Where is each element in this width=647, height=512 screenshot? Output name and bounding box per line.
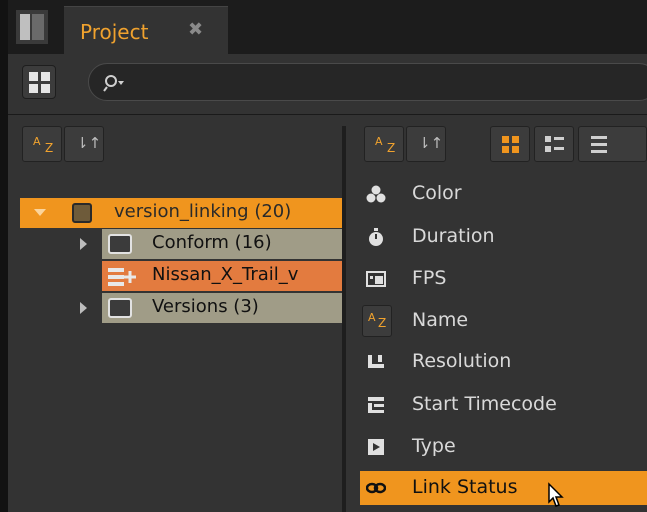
app-window: Project ✖ AZ ⇂↑ version_linking (20) Con… bbox=[0, 0, 647, 512]
search-toolbar bbox=[8, 54, 647, 126]
grid-icon[interactable] bbox=[22, 65, 56, 99]
tree-item-label: Versions (3) bbox=[152, 296, 259, 317]
folder-icon bbox=[108, 234, 132, 254]
sort-order-button[interactable]: ⇂↑ bbox=[64, 126, 104, 162]
clip-icon bbox=[108, 268, 136, 286]
menu-item-type[interactable]: Type bbox=[360, 429, 647, 465]
menu-item-color[interactable]: Color bbox=[360, 176, 647, 212]
tree-root-version-linking[interactable]: version_linking (20) bbox=[20, 198, 342, 228]
expand-down-icon[interactable] bbox=[34, 209, 46, 216]
menu-item-resolution[interactable]: Resolution bbox=[360, 344, 647, 380]
tree-item-nissan-clip[interactable]: Nissan_X_Trail_v bbox=[102, 261, 342, 291]
tree-root-label: version_linking (20) bbox=[114, 201, 292, 222]
tree-item-conform[interactable]: Conform (16) bbox=[102, 229, 342, 259]
left-edge-strip bbox=[0, 0, 8, 512]
tree-item-versions[interactable]: Versions (3) bbox=[102, 293, 342, 323]
folder-icon bbox=[108, 298, 132, 318]
list-view-icon[interactable] bbox=[578, 126, 647, 162]
sort-order-icon: ⇂↑ bbox=[76, 134, 102, 152]
search-icon[interactable] bbox=[103, 73, 125, 93]
pane-grip-icon[interactable] bbox=[16, 10, 48, 44]
tree-item-label: Nissan_X_Trail_v bbox=[152, 264, 299, 285]
menu-item-start-timecode[interactable]: Start Timecode bbox=[360, 387, 647, 423]
stopwatch-icon bbox=[369, 228, 383, 246]
toolbar-divider bbox=[8, 114, 647, 115]
sort-order-button[interactable]: ⇂↑ bbox=[406, 126, 446, 162]
mouse-cursor-icon bbox=[548, 482, 564, 507]
sort-order-icon: ⇂↑ bbox=[418, 134, 444, 152]
expand-right-icon[interactable] bbox=[80, 238, 87, 250]
menu-item-link-status[interactable]: Link Status bbox=[360, 471, 647, 505]
timecode-icon bbox=[368, 397, 384, 413]
thumbnail-grid-icon[interactable] bbox=[490, 126, 530, 162]
close-icon[interactable]: ✖ bbox=[188, 19, 203, 40]
expand-right-icon[interactable] bbox=[80, 302, 87, 314]
tree-item-label: Conform (16) bbox=[152, 232, 272, 253]
tab-project[interactable]: Project ✖ bbox=[64, 6, 228, 54]
sort-az-button[interactable]: AZ bbox=[22, 126, 62, 162]
search-input[interactable] bbox=[88, 63, 647, 101]
color-icon bbox=[366, 185, 386, 203]
type-icon bbox=[368, 439, 384, 455]
tab-bar: Project ✖ bbox=[8, 0, 647, 54]
menu-item-name[interactable]: A Z Name bbox=[360, 303, 647, 339]
fps-icon bbox=[366, 271, 386, 287]
link-icon bbox=[366, 482, 386, 494]
tab-title: Project bbox=[80, 20, 149, 44]
az-icon: A Z bbox=[362, 305, 392, 337]
resolution-icon bbox=[368, 355, 384, 368]
detail-grid-icon[interactable] bbox=[534, 126, 574, 162]
project-bin-icon bbox=[72, 203, 92, 223]
menu-item-duration[interactable]: Duration bbox=[360, 219, 647, 255]
menu-item-fps[interactable]: FPS bbox=[360, 261, 647, 297]
sort-az-button[interactable]: AZ bbox=[364, 126, 404, 162]
